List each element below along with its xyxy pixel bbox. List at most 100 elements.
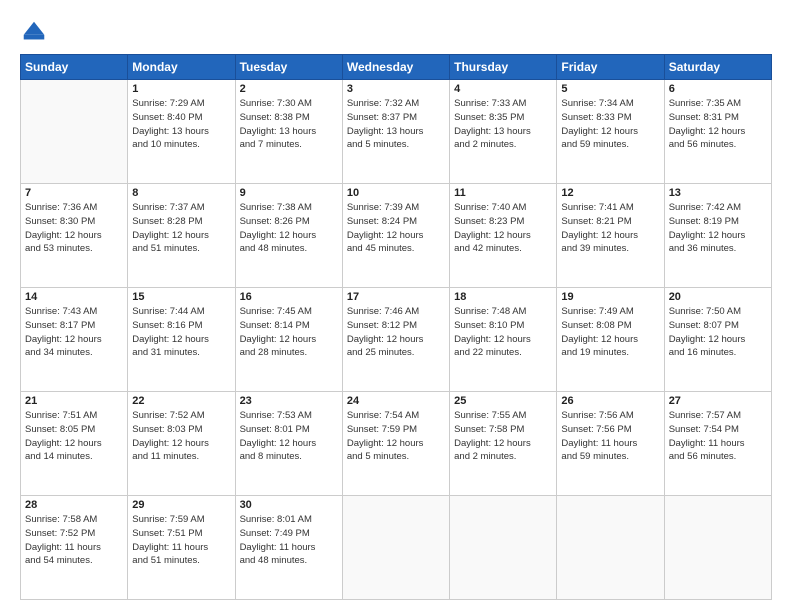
day-number: 25	[454, 395, 552, 407]
weekday-header-saturday: Saturday	[664, 55, 771, 80]
day-number: 10	[347, 187, 445, 199]
cell-line: Sunset: 8:10 PM	[454, 319, 552, 333]
cell-line: and 19 minutes.	[561, 346, 659, 360]
calendar-cell: 6Sunrise: 7:35 AMSunset: 8:31 PMDaylight…	[664, 80, 771, 184]
day-number: 24	[347, 395, 445, 407]
cell-line: and 16 minutes.	[669, 346, 767, 360]
cell-line: Sunrise: 7:48 AM	[454, 305, 552, 319]
cell-line: and 42 minutes.	[454, 242, 552, 256]
page-header	[20, 18, 772, 46]
calendar-cell	[21, 80, 128, 184]
logo-icon	[20, 18, 48, 46]
cell-line: Sunrise: 7:55 AM	[454, 409, 552, 423]
cell-line: Sunset: 8:26 PM	[240, 215, 338, 229]
cell-line: Sunset: 7:58 PM	[454, 423, 552, 437]
cell-line: Sunset: 8:38 PM	[240, 111, 338, 125]
cell-line: Sunrise: 7:39 AM	[347, 201, 445, 215]
day-number: 2	[240, 83, 338, 95]
calendar-cell: 24Sunrise: 7:54 AMSunset: 7:59 PMDayligh…	[342, 392, 449, 496]
day-number: 28	[25, 499, 123, 511]
cell-line: Daylight: 12 hours	[132, 333, 230, 347]
cell-line: Sunrise: 7:29 AM	[132, 97, 230, 111]
cell-line: and 25 minutes.	[347, 346, 445, 360]
cell-line: Sunrise: 7:53 AM	[240, 409, 338, 423]
cell-line: Sunset: 8:12 PM	[347, 319, 445, 333]
cell-line: Daylight: 12 hours	[132, 437, 230, 451]
cell-line: Daylight: 12 hours	[240, 437, 338, 451]
calendar-cell: 20Sunrise: 7:50 AMSunset: 8:07 PMDayligh…	[664, 288, 771, 392]
cell-line: Daylight: 12 hours	[132, 229, 230, 243]
cell-line: Sunset: 8:23 PM	[454, 215, 552, 229]
cell-line: Sunrise: 7:49 AM	[561, 305, 659, 319]
cell-line: Sunrise: 7:45 AM	[240, 305, 338, 319]
calendar-cell: 11Sunrise: 7:40 AMSunset: 8:23 PMDayligh…	[450, 184, 557, 288]
calendar-body: 1Sunrise: 7:29 AMSunset: 8:40 PMDaylight…	[21, 80, 772, 600]
cell-line: Sunset: 7:54 PM	[669, 423, 767, 437]
day-number: 20	[669, 291, 767, 303]
cell-line: Sunset: 8:08 PM	[561, 319, 659, 333]
cell-line: Sunset: 8:40 PM	[132, 111, 230, 125]
cell-line: Sunrise: 7:56 AM	[561, 409, 659, 423]
cell-line: and 5 minutes.	[347, 450, 445, 464]
cell-line: Sunset: 8:30 PM	[25, 215, 123, 229]
cell-line: Sunset: 8:37 PM	[347, 111, 445, 125]
cell-line: Sunset: 8:28 PM	[132, 215, 230, 229]
calendar-row: 7Sunrise: 7:36 AMSunset: 8:30 PMDaylight…	[21, 184, 772, 288]
cell-line: Sunset: 7:59 PM	[347, 423, 445, 437]
cell-line: Daylight: 12 hours	[669, 229, 767, 243]
cell-line: Daylight: 13 hours	[240, 125, 338, 139]
cell-line: Daylight: 11 hours	[561, 437, 659, 451]
cell-line: and 11 minutes.	[132, 450, 230, 464]
cell-line: Sunrise: 7:57 AM	[669, 409, 767, 423]
cell-line: Sunrise: 7:43 AM	[25, 305, 123, 319]
cell-line: Sunset: 8:19 PM	[669, 215, 767, 229]
cell-line: and 56 minutes.	[669, 138, 767, 152]
cell-line: Daylight: 12 hours	[561, 333, 659, 347]
cell-line: Daylight: 11 hours	[25, 541, 123, 555]
cell-line: and 39 minutes.	[561, 242, 659, 256]
cell-line: and 59 minutes.	[561, 138, 659, 152]
cell-line: and 53 minutes.	[25, 242, 123, 256]
cell-line: and 28 minutes.	[240, 346, 338, 360]
cell-line: Sunrise: 7:40 AM	[454, 201, 552, 215]
cell-line: and 48 minutes.	[240, 554, 338, 568]
cell-line: Sunrise: 7:41 AM	[561, 201, 659, 215]
calendar-cell	[450, 496, 557, 600]
calendar-cell: 9Sunrise: 7:38 AMSunset: 8:26 PMDaylight…	[235, 184, 342, 288]
day-number: 16	[240, 291, 338, 303]
cell-line: Sunrise: 7:51 AM	[25, 409, 123, 423]
cell-line: and 22 minutes.	[454, 346, 552, 360]
cell-line: Sunrise: 7:30 AM	[240, 97, 338, 111]
weekday-row: SundayMondayTuesdayWednesdayThursdayFrid…	[21, 55, 772, 80]
cell-line: Sunset: 7:49 PM	[240, 527, 338, 541]
day-number: 14	[25, 291, 123, 303]
cell-line: Daylight: 12 hours	[240, 229, 338, 243]
cell-line: Sunset: 8:16 PM	[132, 319, 230, 333]
cell-line: Sunrise: 7:32 AM	[347, 97, 445, 111]
cell-line: Sunrise: 7:34 AM	[561, 97, 659, 111]
day-number: 23	[240, 395, 338, 407]
day-number: 22	[132, 395, 230, 407]
cell-line: Daylight: 12 hours	[347, 229, 445, 243]
cell-line: Sunset: 8:01 PM	[240, 423, 338, 437]
calendar-cell: 29Sunrise: 7:59 AMSunset: 7:51 PMDayligh…	[128, 496, 235, 600]
cell-line: Sunset: 8:31 PM	[669, 111, 767, 125]
calendar-cell: 16Sunrise: 7:45 AMSunset: 8:14 PMDayligh…	[235, 288, 342, 392]
cell-line: and 51 minutes.	[132, 554, 230, 568]
day-number: 11	[454, 187, 552, 199]
cell-line: Daylight: 11 hours	[240, 541, 338, 555]
day-number: 26	[561, 395, 659, 407]
calendar-cell: 4Sunrise: 7:33 AMSunset: 8:35 PMDaylight…	[450, 80, 557, 184]
cell-line: and 5 minutes.	[347, 138, 445, 152]
weekday-header-wednesday: Wednesday	[342, 55, 449, 80]
cell-line: Sunset: 7:51 PM	[132, 527, 230, 541]
cell-line: and 56 minutes.	[669, 450, 767, 464]
calendar-cell: 13Sunrise: 7:42 AMSunset: 8:19 PMDayligh…	[664, 184, 771, 288]
cell-line: and 51 minutes.	[132, 242, 230, 256]
calendar-row: 28Sunrise: 7:58 AMSunset: 7:52 PMDayligh…	[21, 496, 772, 600]
cell-line: Daylight: 13 hours	[132, 125, 230, 139]
cell-line: and 10 minutes.	[132, 138, 230, 152]
cell-line: Daylight: 11 hours	[669, 437, 767, 451]
cell-line: Sunset: 8:03 PM	[132, 423, 230, 437]
calendar-cell: 19Sunrise: 7:49 AMSunset: 8:08 PMDayligh…	[557, 288, 664, 392]
